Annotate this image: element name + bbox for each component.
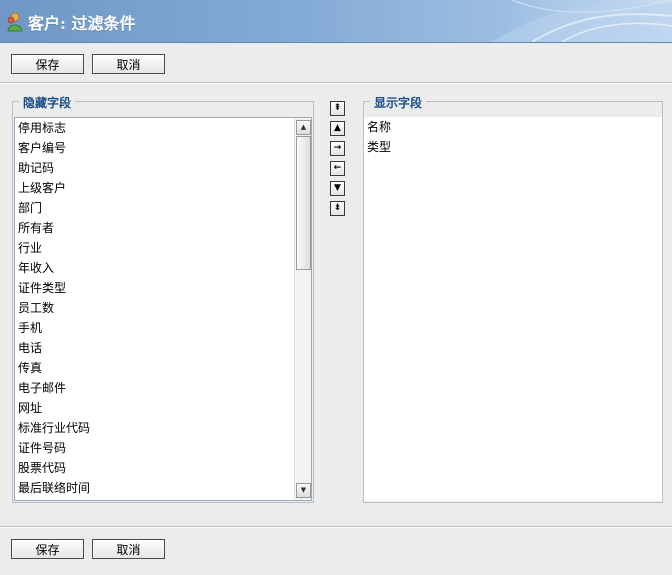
move-bottom-icon[interactable]: ⇟ — [330, 201, 345, 216]
cancel-button-bottom[interactable]: 取消 — [92, 539, 165, 559]
list-item[interactable]: 名称 — [364, 117, 662, 137]
list-item[interactable]: 证件类型 — [15, 278, 311, 298]
title-bar: 客户: 过滤条件 — [0, 0, 672, 43]
hidden-items-container: 停用标志 客户编号 助记码 上级客户 部门 所有者 行业 年收入 证件类型 员工数 手机 电话 传真 电子… — [15, 118, 311, 498]
save-button-bottom[interactable]: 保存 — [11, 539, 84, 559]
move-top-icon[interactable]: ⇞ — [330, 101, 345, 116]
title-bar-decoration — [492, 0, 672, 42]
list-item[interactable]: 传真 — [15, 358, 311, 378]
list-item[interactable]: 电话 — [15, 338, 311, 358]
cancel-button-top[interactable]: 取消 — [92, 54, 165, 74]
list-item[interactable]: 标准行业代码 — [15, 418, 311, 438]
list-item[interactable]: 类型 — [364, 137, 662, 157]
save-button-top[interactable]: 保存 — [11, 54, 84, 74]
list-item[interactable]: 员工数 — [15, 298, 311, 318]
list-item[interactable]: 证件号码 — [15, 438, 311, 458]
list-item[interactable]: 部门 — [15, 198, 311, 218]
scroll-down-icon[interactable]: ▼ — [296, 483, 311, 498]
shown-fields-list[interactable]: 名称 类型 — [364, 117, 662, 501]
list-item[interactable]: 上级客户 — [15, 178, 311, 198]
move-down-icon[interactable]: ▼ — [330, 181, 345, 196]
hidden-fields-legend: 隐藏字段 — [19, 94, 76, 111]
page-title: 客户: 过滤条件 — [28, 14, 136, 33]
shown-fields-legend: 显示字段 — [370, 94, 427, 111]
list-item[interactable]: 行业 — [15, 238, 311, 258]
shown-items-container: 名称 类型 — [364, 117, 662, 157]
list-item[interactable]: 助记码 — [15, 158, 311, 178]
hidden-fields-list[interactable]: 停用标志 客户编号 助记码 上级客户 部门 所有者 行业 年收入 证件类型 员工数 手机 电话 传真 电子… — [14, 117, 312, 501]
list-item[interactable]: 电子邮件 — [15, 378, 311, 398]
move-up-icon[interactable]: ▲ — [330, 121, 345, 136]
move-left-icon[interactable]: ← — [330, 161, 345, 176]
list-item[interactable]: 网址 — [15, 398, 311, 418]
separator-bottom — [0, 526, 672, 528]
list-item[interactable]: 年收入 — [15, 258, 311, 278]
list-item[interactable]: 股票代码 — [15, 458, 311, 478]
list-item[interactable]: 最后联络时间 — [15, 478, 311, 498]
list-item[interactable]: 停用标志 — [15, 118, 311, 138]
scroll-up-icon[interactable]: ▲ — [296, 120, 311, 135]
move-right-icon[interactable]: → — [330, 141, 345, 156]
customer-icon — [7, 12, 23, 32]
list-item[interactable]: 所有者 — [15, 218, 311, 238]
separator-top — [0, 82, 672, 84]
list-item[interactable]: 手机 — [15, 318, 311, 338]
hidden-fields-scrollbar[interactable]: ▲ ▼ — [294, 118, 311, 500]
list-item[interactable]: 客户编号 — [15, 138, 311, 158]
scroll-thumb[interactable] — [296, 136, 311, 270]
